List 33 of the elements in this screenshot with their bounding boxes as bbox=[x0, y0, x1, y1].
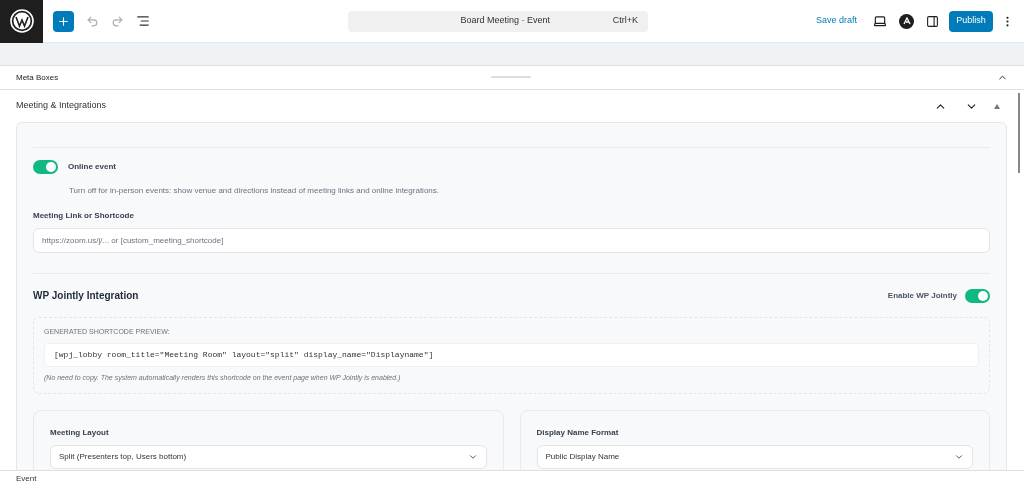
select-label: Meeting Layout bbox=[50, 427, 110, 439]
shortcut-hint: Ctrl+K bbox=[612, 14, 638, 28]
integration-title: WP Jointly Integration bbox=[33, 289, 139, 303]
enable-integration-label: Enable WP Jointly bbox=[887, 289, 957, 302]
select-label: Display Name Format bbox=[536, 427, 620, 439]
select-field[interactable]: Public Display Name bbox=[536, 445, 973, 469]
add-block-button[interactable] bbox=[53, 10, 74, 32]
wordpress-logo[interactable] bbox=[0, 0, 43, 43]
meta-boxes-title: Meta Boxes bbox=[16, 71, 59, 84]
laptop-icon[interactable] bbox=[873, 14, 887, 28]
online-event-label: Online event bbox=[68, 161, 116, 173]
select-field[interactable]: Split (Presenters top, Users bottom) bbox=[50, 445, 487, 469]
plugin-icon[interactable] bbox=[899, 13, 914, 29]
list-view-icon[interactable] bbox=[136, 14, 150, 28]
toggle-switch[interactable] bbox=[965, 288, 990, 303]
save-draft-link[interactable]: Save draft bbox=[815, 14, 857, 28]
meeting-link-field[interactable]: https://zoom.us/j/... or [custom_meeting_shortcode] bbox=[33, 228, 990, 253]
online-event-help: Turn off for in-person events: show venue and directions instead of meeting links and online integrations. bbox=[69, 185, 440, 197]
breadcrumb[interactable]: Event bbox=[16, 472, 37, 485]
section-title: Meeting & Integrations bbox=[16, 99, 107, 113]
meeting-link-label: Meeting Link or Shortcode bbox=[33, 210, 135, 222]
scrollbar[interactable] bbox=[1018, 93, 1020, 173]
toggle-switch[interactable] bbox=[33, 160, 58, 174]
publish-button[interactable]: Publish bbox=[949, 10, 993, 32]
plus-icon bbox=[57, 14, 70, 28]
command-palette-button[interactable]: Board Meeting · Event Ctrl+K bbox=[348, 10, 648, 32]
chevron-down-icon bbox=[467, 452, 478, 462]
section-toggle[interactable] bbox=[994, 103, 1000, 109]
chevron-down-icon bbox=[954, 452, 964, 462]
document-title: Board Meeting · Event bbox=[459, 14, 552, 28]
resize-handle[interactable] bbox=[491, 76, 531, 78]
shortcode-text: [wpj_lobby room_title="Meeting Room" layout="split" display_name="Displayname"] bbox=[44, 342, 979, 367]
sidebar-icon[interactable] bbox=[926, 14, 939, 28]
